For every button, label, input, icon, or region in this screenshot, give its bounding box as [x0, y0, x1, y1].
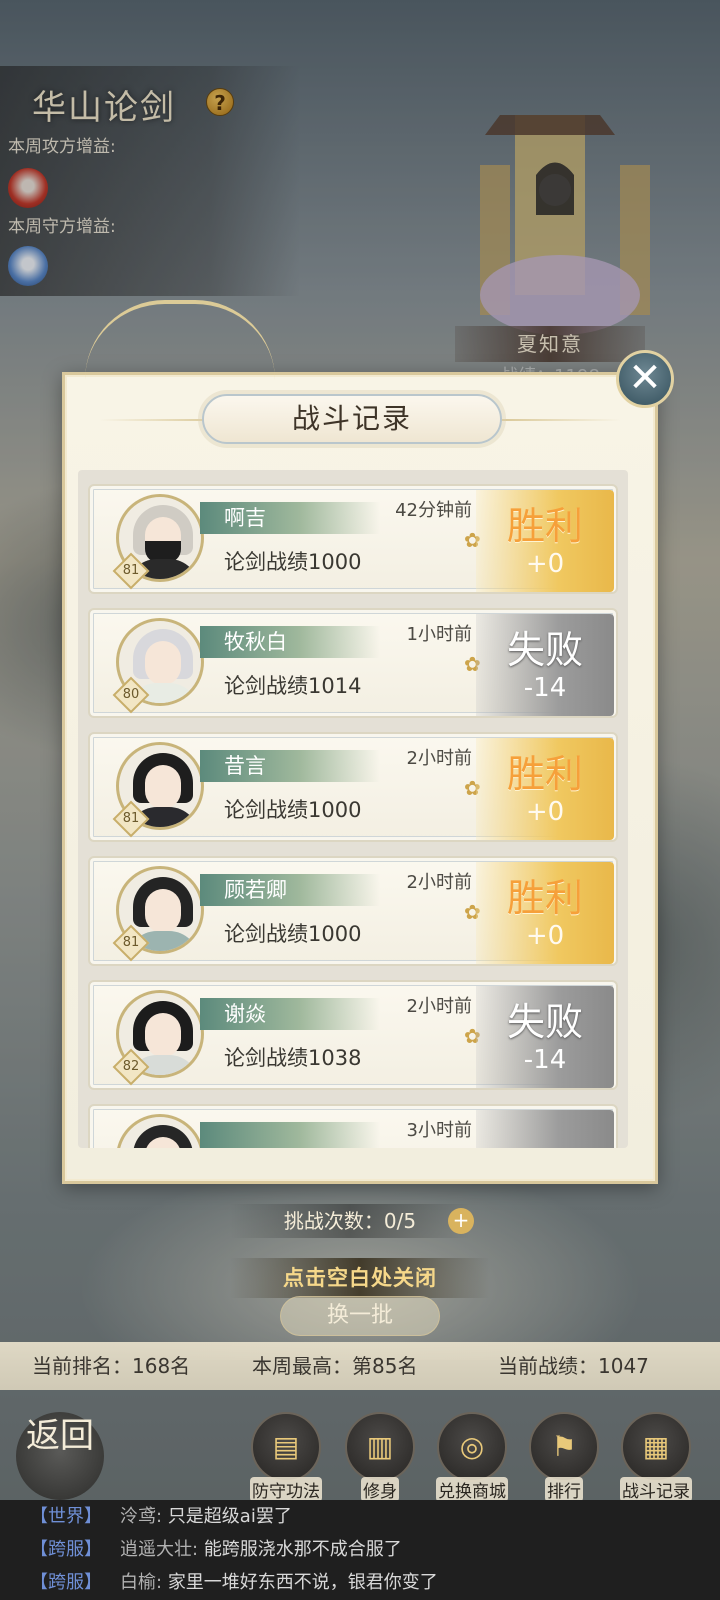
result-label: 胜利 [506, 504, 583, 548]
chat-sender: 白榆: [120, 1572, 163, 1593]
chat-sender: 逍遥大壮: [120, 1539, 199, 1560]
result-badge: 失败 -14 [476, 986, 614, 1088]
opponent-name: 顾若卿 [224, 878, 287, 902]
close-icon[interactable]: ✕ [616, 350, 674, 408]
nav-label: 战斗记录 [620, 1477, 692, 1502]
chat-sender-and-message: 泠鸢: 只是超级ai罢了 [120, 1500, 292, 1533]
result-label: 胜利 [506, 752, 583, 796]
current-rank: 当前排名：168名 [32, 1354, 191, 1378]
battle-record-row[interactable]: 81 顾若卿 2小时前 论剑战绩1000 ✿ 胜利 +0 [88, 856, 618, 966]
opponent-score: 论剑战绩1000 [224, 922, 362, 946]
nav-label: 排行 [545, 1477, 583, 1502]
back-label: 返回 [26, 1416, 94, 1456]
coin-icon: ◎ [437, 1412, 507, 1482]
refresh-button[interactable]: 换一批 [280, 1296, 440, 1336]
result-badge [476, 1110, 614, 1148]
battle-record-row[interactable]: 81 昔言 2小时前 论剑战绩1000 ✿ 胜利 +0 [88, 732, 618, 842]
result-label: 胜利 [506, 876, 583, 920]
record-time: 2小时前 [406, 872, 472, 893]
weekly-best: 本周最高：第85名 [252, 1354, 418, 1378]
chat-message: 只是超级ai罢了 [167, 1506, 292, 1527]
opponent-score: 论剑战绩1038 [224, 1046, 362, 1070]
nav-battle-record[interactable]: ▦ 战斗记录 [614, 1412, 698, 1504]
nav-exchange-shop[interactable]: ◎ 兑换商城 [430, 1412, 514, 1504]
result-delta: -14 [523, 1045, 567, 1075]
result-label: 失败 [506, 1000, 583, 1044]
result-delta: +0 [525, 797, 565, 827]
stats-bar: 当前排名：168名 本周最高：第85名 当前战绩：1047 [0, 1342, 720, 1390]
chat-sender-and-message: 逍遥大壮: 能跨服浇水那不成合服了 [120, 1533, 402, 1566]
battle-record-list[interactable]: 81 啊吉 42分钟前 论剑战绩1000 ✿ 胜利 +0 80 牧秋白 1小时前… [78, 470, 628, 1148]
record-time: 2小时前 [406, 996, 472, 1017]
result-badge: 胜利 +0 [476, 862, 614, 964]
result-delta: +0 [525, 921, 565, 951]
back-button[interactable]: 返回 [16, 1412, 104, 1500]
chat-message: 能跨服浇水那不成合服了 [203, 1539, 402, 1560]
record-time: 2小时前 [406, 748, 472, 769]
challenge-count: 挑战次数：0/5 [230, 1204, 470, 1238]
chat-channel: 【世界】 [30, 1506, 102, 1527]
chat-channel: 【跨服】 [30, 1539, 102, 1560]
battle-scroll-icon: ▦ [621, 1412, 691, 1482]
record-time: 42分钟前 [395, 500, 472, 521]
opponent-name: 谢焱 [224, 1002, 266, 1026]
chat-sender-and-message: 白榆: 家里一堆好东西不说，银君你变了 [120, 1566, 438, 1599]
modal-title: 战斗记录 [291, 402, 412, 435]
chat-sender: 泠鸢: [120, 1506, 163, 1527]
record-time: 1小时前 [406, 624, 472, 645]
battle-record-row[interactable]: 80 牧秋白 1小时前 论剑战绩1014 ✿ 失败 -14 [88, 608, 618, 718]
chat-message: 家里一堆好东西不说，银君你变了 [167, 1572, 438, 1593]
nav-defense-skills[interactable]: ▤ 防守功法 [244, 1412, 328, 1504]
result-delta: +0 [525, 549, 565, 579]
scroll-book-icon: ▤ [251, 1412, 321, 1482]
opponent-score: 论剑战绩1000 [224, 550, 362, 574]
ranking-banner-icon: ⚑ [529, 1412, 599, 1482]
tap-to-close-hint: 点击空白处关闭 [230, 1258, 490, 1298]
opponent-name: 昔言 [224, 754, 266, 778]
opponent-score: 论剑战绩1000 [224, 798, 362, 822]
modal-title-plaque: 战斗记录 [202, 394, 502, 444]
result-label: 失败 [506, 628, 583, 672]
battle-record-row[interactable]: 3小时前 [88, 1104, 618, 1148]
chat-panel[interactable]: 【世界】 泠鸢: 只是超级ai罢了 【跨服】 逍遥大壮: 能跨服浇水那不成合服了… [0, 1500, 720, 1600]
nav-label: 修身 [361, 1477, 399, 1502]
nav-label: 防守功法 [250, 1477, 322, 1502]
name-band [200, 1122, 380, 1148]
nav-cultivate[interactable]: ▥ 修身 [338, 1412, 422, 1504]
current-score: 当前战绩：1047 [498, 1354, 649, 1378]
chat-channel: 【跨服】 [30, 1572, 102, 1593]
books-icon: ▥ [345, 1412, 415, 1482]
result-badge: 失败 -14 [476, 614, 614, 716]
opponent-avatar[interactable] [116, 1114, 204, 1148]
result-delta: -14 [523, 673, 567, 703]
record-time: 3小时前 [406, 1120, 472, 1141]
battle-record-row[interactable]: 82 谢焱 2小时前 论剑战绩1038 ✿ 失败 -14 [88, 980, 618, 1090]
nav-label: 兑换商城 [436, 1477, 508, 1502]
nav-ranking[interactable]: ⚑ 排行 [522, 1412, 606, 1504]
battle-record-row[interactable]: 81 啊吉 42分钟前 论剑战绩1000 ✿ 胜利 +0 [88, 484, 618, 594]
result-badge: 胜利 +0 [476, 738, 614, 840]
opponent-name: 啊吉 [224, 506, 266, 530]
opponent-score: 论剑战绩1014 [224, 674, 362, 698]
opponent-name: 牧秋白 [224, 630, 287, 654]
add-challenge-button[interactable]: + [448, 1208, 474, 1234]
result-badge: 胜利 +0 [476, 490, 614, 592]
